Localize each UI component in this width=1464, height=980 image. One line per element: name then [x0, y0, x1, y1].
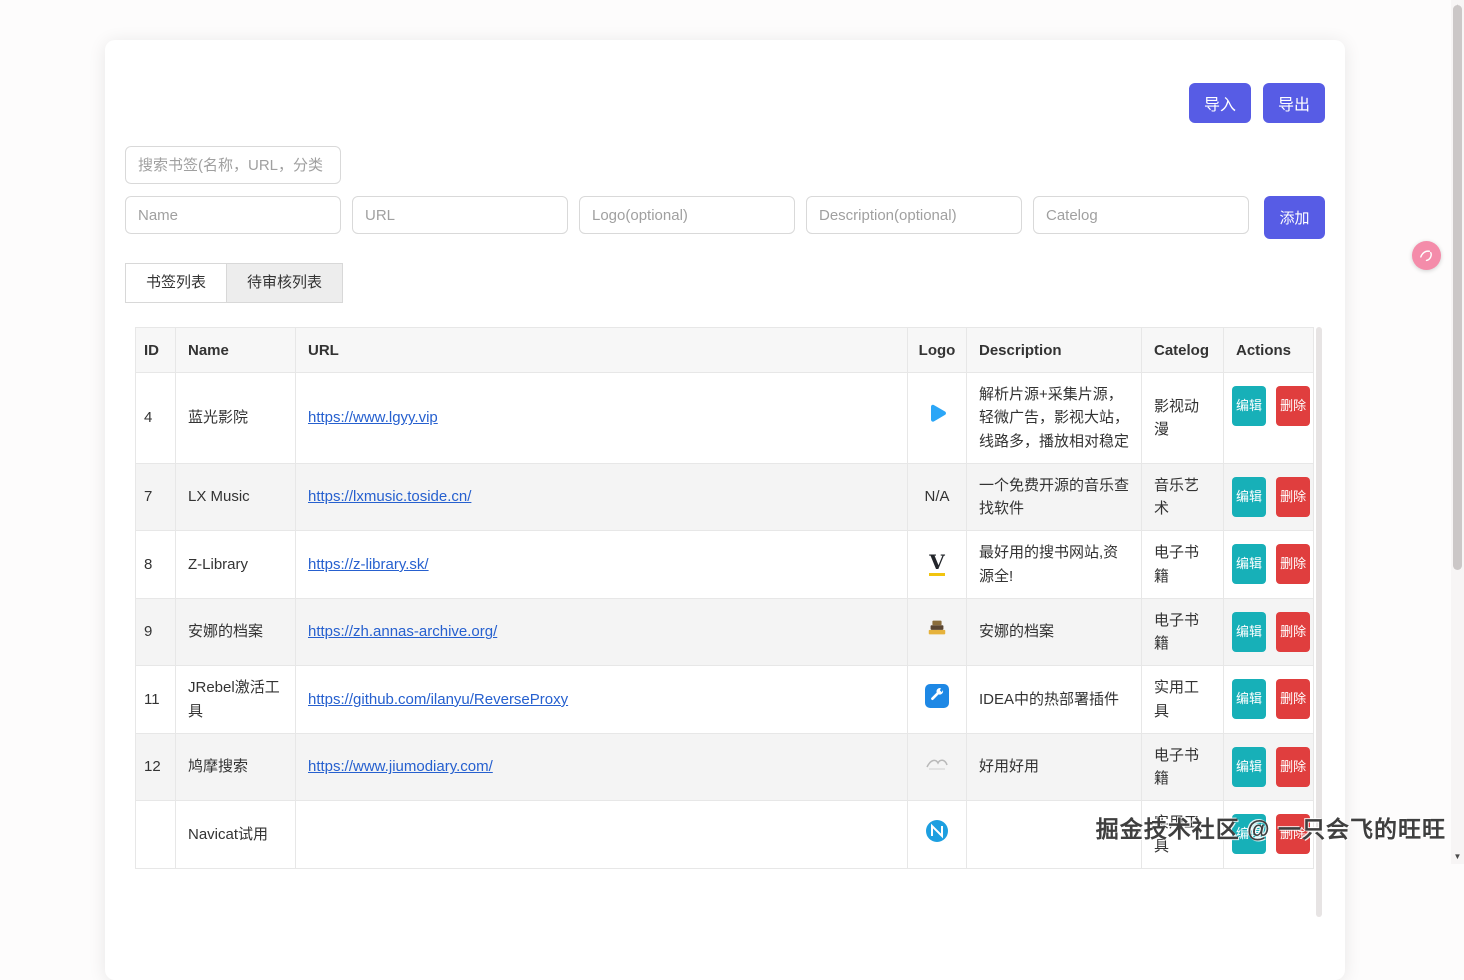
row-actions: 编辑 删除 — [1224, 598, 1314, 666]
wrench-icon — [925, 695, 949, 712]
row-url-link[interactable]: https://lxmusic.toside.cn/ — [308, 488, 471, 505]
edit-button[interactable]: 编辑 — [1232, 612, 1266, 652]
row-url-link[interactable]: https://z-library.sk/ — [308, 556, 429, 573]
bookmark-table-body: 4 蓝光影院 https://www.lgyy.vip 解析片源+采集片源，轻微… — [136, 373, 1314, 869]
delete-button[interactable]: 删除 — [1276, 679, 1310, 719]
row-catelog: 实用工具 — [1142, 666, 1224, 734]
floating-avatar-button[interactable] — [1412, 241, 1441, 270]
scrollbar-thumb[interactable] — [1453, 5, 1462, 570]
row-actions: 编辑 删除 — [1224, 733, 1314, 801]
row-description: 好用好用 — [967, 733, 1142, 801]
col-header-actions: Actions — [1224, 328, 1314, 373]
bookmark-table-container: ID Name URL Logo Description Catelog Act… — [135, 327, 1313, 869]
row-name: JRebel激活工具 — [176, 666, 296, 734]
row-url-link[interactable]: https://www.jiumodiary.com/ — [308, 758, 493, 775]
zlibrary-icon: V — [929, 556, 945, 573]
row-catelog: 电子书籍 — [1142, 598, 1224, 666]
watermark: 掘金技术社区 @ 一只会飞的旺旺 — [1096, 810, 1446, 844]
row-description: 解析片源+采集片源，轻微广告，影视大站，线路多，播放相对稳定 — [967, 373, 1142, 464]
row-name: 蓝光影院 — [176, 373, 296, 464]
delete-button[interactable]: 删除 — [1276, 612, 1310, 652]
row-id: 7 — [136, 463, 176, 531]
row-catelog: 音乐艺术 — [1142, 463, 1224, 531]
catelog-input[interactable] — [1033, 196, 1249, 234]
row-description: 一个免费开源的音乐查找软件 — [967, 463, 1142, 531]
tab-bookmark-list[interactable]: 书签列表 — [125, 263, 227, 303]
row-id: 4 — [136, 373, 176, 464]
row-id: 11 — [136, 666, 176, 734]
table-row: 9 安娜的档案 https://zh.annas-archive.org/ 安娜… — [136, 598, 1314, 666]
edit-button[interactable]: 编辑 — [1232, 679, 1266, 719]
jiumo-icon — [925, 758, 949, 775]
logo-text: N/A — [924, 488, 949, 505]
table-header-row: ID Name URL Logo Description Catelog Act… — [136, 328, 1314, 373]
col-header-id: ID — [136, 328, 176, 373]
table-row: 4 蓝光影院 https://www.lgyy.vip 解析片源+采集片源，轻微… — [136, 373, 1314, 464]
table-row: 11 JRebel激活工具 https://github.com/ilanyu/… — [136, 666, 1314, 734]
row-catelog: 电子书籍 — [1142, 733, 1224, 801]
logo-input[interactable] — [579, 196, 795, 234]
row-actions: 编辑 删除 — [1224, 373, 1314, 464]
row-name: Z-Library — [176, 531, 296, 599]
search-input[interactable] — [125, 146, 341, 184]
row-actions: 编辑 删除 — [1224, 531, 1314, 599]
row-catelog: 电子书籍 — [1142, 531, 1224, 599]
edit-button[interactable]: 编辑 — [1232, 747, 1266, 787]
row-description: 安娜的档案 — [967, 598, 1142, 666]
row-actions: 编辑 删除 — [1224, 666, 1314, 734]
delete-button[interactable]: 删除 — [1276, 747, 1310, 787]
row-catelog: 影视动漫 — [1142, 373, 1224, 464]
edit-button[interactable]: 编辑 — [1232, 386, 1266, 426]
top-actions-bar: 导入 导出 — [125, 40, 1325, 123]
delete-button[interactable]: 删除 — [1276, 386, 1310, 426]
table-row: 8 Z-Library https://z-library.sk/ V 最好用的… — [136, 531, 1314, 599]
col-header-catelog: Catelog — [1142, 328, 1224, 373]
delete-button[interactable]: 删除 — [1276, 477, 1310, 517]
export-button[interactable]: 导出 — [1263, 83, 1325, 123]
row-id — [136, 801, 176, 869]
row-description: 最好用的搜书网站,资源全! — [967, 531, 1142, 599]
row-actions: 编辑 删除 — [1224, 463, 1314, 531]
name-input[interactable] — [125, 196, 341, 234]
table-row: 7 LX Music https://lxmusic.toside.cn/ N/… — [136, 463, 1314, 531]
col-header-name: Name — [176, 328, 296, 373]
col-header-description: Description — [967, 328, 1142, 373]
row-url-link[interactable]: https://github.com/ilanyu/ReverseProxy — [308, 691, 568, 708]
col-header-url: URL — [296, 328, 908, 373]
description-input[interactable] — [806, 196, 1022, 234]
tab-pending-review-list[interactable]: 待审核列表 — [226, 263, 343, 303]
bookmark-table: ID Name URL Logo Description Catelog Act… — [135, 327, 1314, 869]
row-url-link[interactable]: https://www.lgyy.vip — [308, 409, 438, 426]
row-name: Navicat试用 — [176, 801, 296, 869]
navicat-icon — [925, 830, 949, 847]
delete-button[interactable]: 删除 — [1276, 544, 1310, 584]
table-row: 12 鸠摩搜索 https://www.jiumodiary.com/ 好用好用… — [136, 733, 1314, 801]
import-button[interactable]: 导入 — [1189, 83, 1251, 123]
play-icon — [925, 413, 949, 430]
add-bookmark-form: 添加 — [125, 196, 1325, 239]
row-id: 8 — [136, 531, 176, 599]
row-description: IDEA中的热部署插件 — [967, 666, 1142, 734]
search-row — [125, 146, 1325, 184]
scrollbar-down-arrow[interactable]: ▼ — [1451, 852, 1464, 861]
add-button[interactable]: 添加 — [1264, 196, 1325, 239]
row-name: LX Music — [176, 463, 296, 531]
row-id: 9 — [136, 598, 176, 666]
row-id: 12 — [136, 733, 176, 801]
url-input[interactable] — [352, 196, 568, 234]
edit-button[interactable]: 编辑 — [1232, 544, 1266, 584]
col-header-logo: Logo — [908, 328, 967, 373]
squiggle-icon — [1418, 247, 1435, 264]
edit-button[interactable]: 编辑 — [1232, 477, 1266, 517]
row-name: 安娜的档案 — [176, 598, 296, 666]
row-url-link[interactable]: https://zh.annas-archive.org/ — [308, 623, 497, 640]
tab-bar: 书签列表 待审核列表 — [125, 263, 1325, 303]
annas-archive-icon — [926, 626, 948, 643]
row-name: 鸠摩搜索 — [176, 733, 296, 801]
page-scrollbar[interactable]: ▲ ▼ — [1451, 0, 1464, 864]
